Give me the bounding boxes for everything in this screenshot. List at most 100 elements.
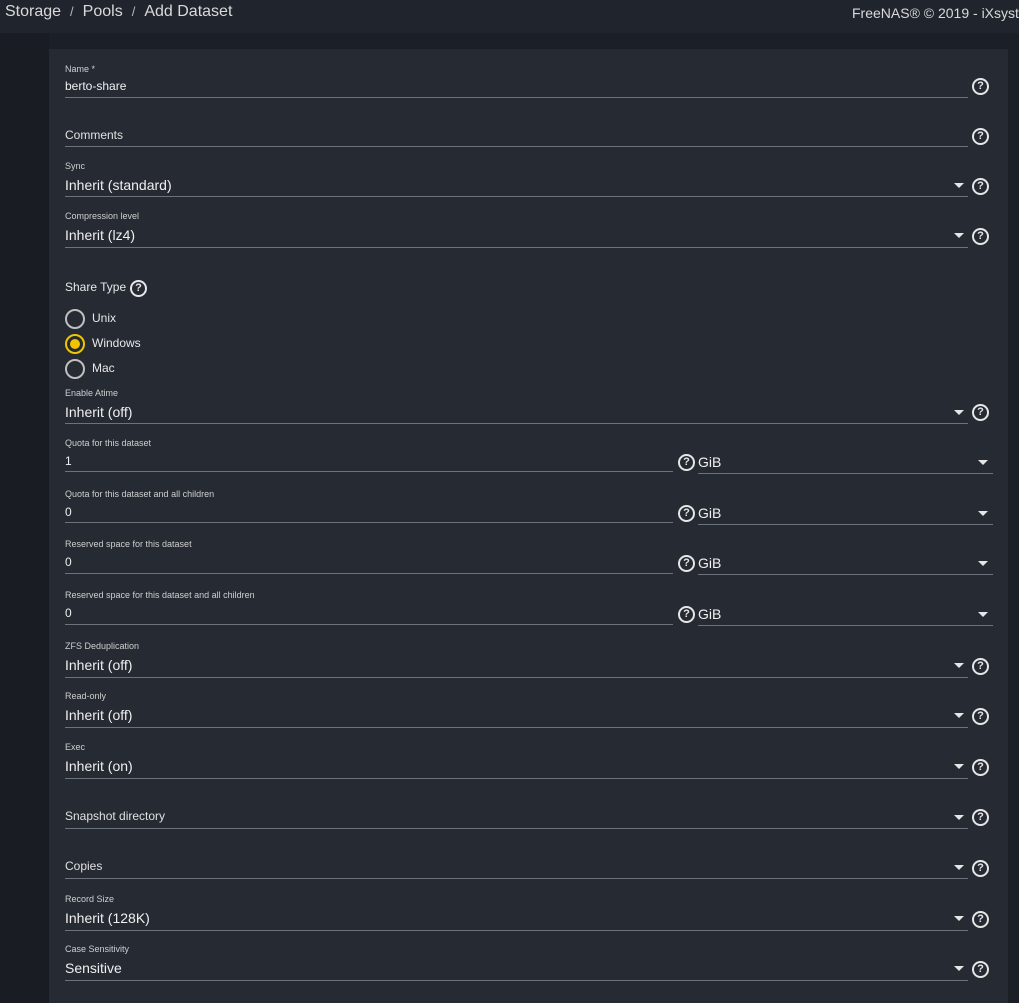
exec-help-icon[interactable]: ? (972, 759, 989, 776)
copies-select[interactable]: Copies (65, 857, 968, 880)
quota-input[interactable]: 1 (65, 454, 72, 468)
readonly-underline (65, 727, 968, 728)
copies-placeholder: Copies (65, 859, 103, 873)
exec-select[interactable]: Exec Inherit (on) (65, 742, 968, 780)
exec-value: Inherit (on) (65, 758, 133, 774)
reserved-children-input[interactable]: 0 (65, 606, 72, 620)
chevron-down-icon (978, 612, 988, 617)
quota-input-field[interactable]: Quota for this dataset 1 (65, 438, 673, 473)
name-field[interactable]: Name * berto-share (65, 64, 968, 100)
reserved-unit-value: GiB (698, 555, 722, 571)
atime-select[interactable]: Enable Atime Inherit (off) (65, 388, 968, 425)
share-type-mac-label: Mac (92, 361, 115, 375)
breadcrumb-pools[interactable]: Pools (83, 3, 123, 20)
chevron-down-icon (954, 966, 964, 971)
quota-label: Quota for this dataset (65, 438, 152, 448)
chevron-down-icon (954, 183, 964, 188)
quota-help-icon[interactable]: ? (678, 454, 695, 471)
share-type-radio-unix[interactable]: Unix (65, 309, 185, 329)
chevron-down-icon (954, 663, 964, 668)
radio-circle-icon (65, 309, 85, 329)
casesens-select[interactable]: Case Sensitivity Sensitive (65, 944, 968, 982)
reserved-children-input-field[interactable]: Reserved space for this dataset and all … (65, 590, 673, 626)
left-rail (0, 33, 49, 1003)
recordsize-value: Inherit (128K) (65, 910, 150, 926)
readonly-help-icon[interactable]: ? (972, 708, 989, 725)
name-input[interactable]: berto-share (65, 79, 126, 93)
quota-children-label: Quota for this dataset and all children (65, 489, 215, 499)
dedup-value: Inherit (off) (65, 657, 133, 673)
sync-label: Sync (65, 161, 86, 171)
snapdir-help-icon[interactable]: ? (972, 809, 989, 826)
snapdir-underline (65, 828, 968, 829)
share-type-help-icon[interactable]: ? (130, 280, 147, 297)
readonly-label: Read-only (65, 691, 107, 701)
readonly-value: Inherit (off) (65, 707, 133, 723)
breadcrumb-separator: / (70, 4, 74, 19)
comments-input[interactable]: Comments (65, 128, 123, 142)
dedup-select[interactable]: ZFS Deduplication Inherit (off) (65, 641, 968, 679)
recordsize-select[interactable]: Record Size Inherit (128K) (65, 894, 968, 932)
quota-underline (65, 471, 673, 472)
quota-children-input[interactable]: 0 (65, 505, 72, 519)
breadcrumb-separator: / (131, 4, 136, 19)
reserved-underline (65, 573, 673, 574)
quota-unit-select[interactable]: GiB (698, 452, 993, 475)
reserved-unit-select[interactable]: GiB (698, 553, 993, 576)
atime-help-icon[interactable]: ? (972, 404, 989, 421)
reserved-label: Reserved space for this dataset (65, 539, 192, 549)
exec-underline (65, 778, 968, 779)
name-label: Name * (65, 64, 96, 74)
quota-children-unit-select[interactable]: GiB (698, 503, 993, 526)
share-type-windows-label: Windows (92, 336, 141, 350)
reserved-help-icon[interactable]: ? (678, 555, 695, 572)
top-bar: Storage / Pools / Add Dataset FreeNAS® © 201… (0, 0, 1019, 33)
atime-value: Inherit (off) (65, 404, 133, 420)
copyright-text: FreeNAS® © 2019 - iXsyst (852, 5, 1019, 21)
chevron-down-icon (954, 713, 964, 718)
dedup-label: ZFS Deduplication (65, 641, 140, 651)
readonly-select[interactable]: Read-only Inherit (off) (65, 691, 968, 729)
share-type-radio-mac[interactable]: Mac (65, 359, 185, 379)
reserved-input-field[interactable]: Reserved space for this dataset 0 (65, 539, 673, 575)
comments-underline (65, 146, 968, 147)
dedup-help-icon[interactable]: ? (972, 658, 989, 675)
name-help-icon[interactable]: ? (972, 78, 989, 95)
quota-children-input-field[interactable]: Quota for this dataset and all children … (65, 489, 673, 524)
reserved-children-help-icon[interactable]: ? (678, 606, 695, 623)
compression-value: Inherit (lz4) (65, 227, 136, 243)
copies-help-icon[interactable]: ? (972, 860, 989, 877)
snapdir-select[interactable]: Snapshot directory (65, 807, 968, 830)
sync-underline (65, 196, 968, 197)
chevron-down-icon (978, 511, 988, 516)
quota-children-unit-value: GiB (698, 505, 722, 521)
share-type-radio-windows[interactable]: Windows (65, 334, 185, 354)
breadcrumb: Storage / Pools / Add Dataset (5, 3, 232, 21)
quota-children-help-icon[interactable]: ? (678, 505, 695, 522)
sync-help-icon[interactable]: ? (972, 178, 989, 195)
casesens-help-icon[interactable]: ? (972, 961, 989, 978)
breadcrumb-storage[interactable]: Storage (5, 3, 61, 20)
compression-help-icon[interactable]: ? (972, 228, 989, 245)
name-underline (65, 97, 968, 98)
recordsize-label: Record Size (65, 894, 115, 904)
snapdir-placeholder: Snapshot directory (65, 809, 166, 823)
reserved-input[interactable]: 0 (65, 555, 72, 569)
recordsize-help-icon[interactable]: ? (972, 911, 989, 928)
reserved-children-unit-select[interactable]: GiB (698, 604, 993, 627)
comments-field[interactable]: Comments (65, 126, 968, 148)
sync-select[interactable]: Sync Inherit (standard) (65, 161, 968, 198)
reserved-children-label: Reserved space for this dataset and all … (65, 590, 255, 600)
reserved-children-unit-value: GiB (698, 606, 722, 622)
quota-children-underline (65, 522, 673, 523)
casesens-value: Sensitive (65, 960, 122, 976)
compression-select[interactable]: Compression level Inherit (lz4) (65, 211, 968, 249)
comments-help-icon[interactable]: ? (972, 128, 989, 145)
chevron-down-icon (954, 233, 964, 238)
recordsize-underline (65, 930, 968, 931)
quota-unit-underline (698, 473, 993, 474)
dedup-underline (65, 677, 968, 678)
reserved-children-underline (65, 624, 673, 625)
breadcrumb-add-dataset: Add Dataset (144, 3, 233, 20)
chevron-down-icon (978, 561, 988, 566)
